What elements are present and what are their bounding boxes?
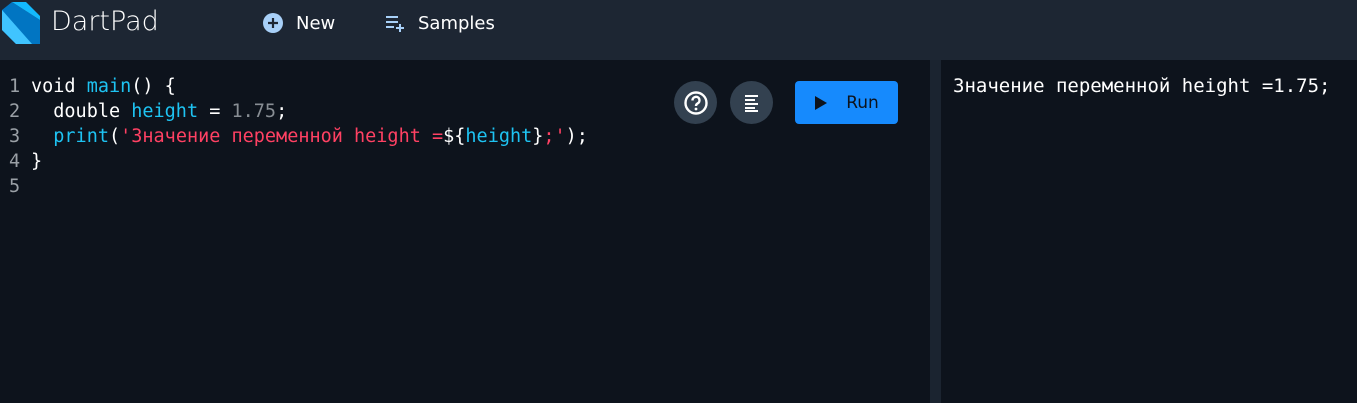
- format-button[interactable]: [730, 81, 773, 124]
- code-line[interactable]: 4}: [0, 149, 930, 174]
- help-button[interactable]: [674, 81, 717, 124]
- dart-logo-icon: [2, 2, 40, 44]
- output-console: Значение переменной height =1.75;: [941, 60, 1357, 403]
- code-token: (: [108, 126, 121, 147]
- run-label: Run: [846, 92, 879, 113]
- code-token: 'Значение переменной height =: [120, 126, 444, 147]
- app-header: DartPad New Samples: [0, 0, 1357, 60]
- panel-splitter[interactable]: [930, 60, 941, 403]
- code-text: }: [31, 149, 42, 174]
- code-token: ${: [443, 126, 466, 147]
- code-token: double: [31, 101, 132, 122]
- help-icon: [683, 90, 708, 115]
- code-token: main: [86, 76, 132, 97]
- line-number: 2: [9, 101, 21, 122]
- play-icon: [815, 95, 828, 110]
- code-token: () {: [131, 76, 176, 97]
- code-text: void main() {: [31, 74, 176, 99]
- add-circle-icon: [263, 13, 283, 33]
- code-line[interactable]: 5: [0, 174, 930, 199]
- code-token: );: [565, 126, 588, 147]
- code-token: =: [198, 101, 232, 122]
- playlist-add-icon: [386, 16, 404, 32]
- line-number: 3: [9, 126, 21, 147]
- code-token: height: [131, 101, 199, 122]
- code-text: print('Значение переменной height =${hei…: [31, 124, 588, 149]
- format-align-icon: [744, 94, 758, 112]
- code-token: ;: [276, 101, 288, 122]
- new-button[interactable]: New: [262, 10, 335, 36]
- line-number: 1: [9, 76, 21, 97]
- app-title: DartPad: [51, 6, 159, 37]
- code-text: double height = 1.75;: [31, 99, 287, 124]
- code-editor[interactable]: 1 void main() {2 double height = 1.75; 3 p…: [0, 60, 930, 403]
- code-line[interactable]: 2 double height = 1.75;: [0, 99, 930, 124]
- code-token: }: [31, 151, 43, 172]
- run-button[interactable]: Run: [795, 81, 898, 124]
- output-text: Значение переменной height =1.75;: [953, 75, 1331, 97]
- code-token: print: [53, 126, 109, 147]
- new-label: New: [296, 12, 336, 34]
- line-number: 5: [9, 176, 21, 197]
- code-token: 1.75: [231, 101, 277, 122]
- code-line[interactable]: 3 print('Значение переменной height =${h…: [0, 124, 930, 149]
- samples-button[interactable]: Samples: [384, 10, 495, 36]
- samples-label: Samples: [418, 12, 495, 34]
- code-token: }: [532, 126, 544, 147]
- code-token: ;': [543, 126, 566, 147]
- code-token: void: [31, 76, 87, 97]
- code-token: height: [465, 126, 533, 147]
- code-line[interactable]: 1 void main() {: [0, 74, 930, 99]
- line-number: 4: [9, 151, 21, 172]
